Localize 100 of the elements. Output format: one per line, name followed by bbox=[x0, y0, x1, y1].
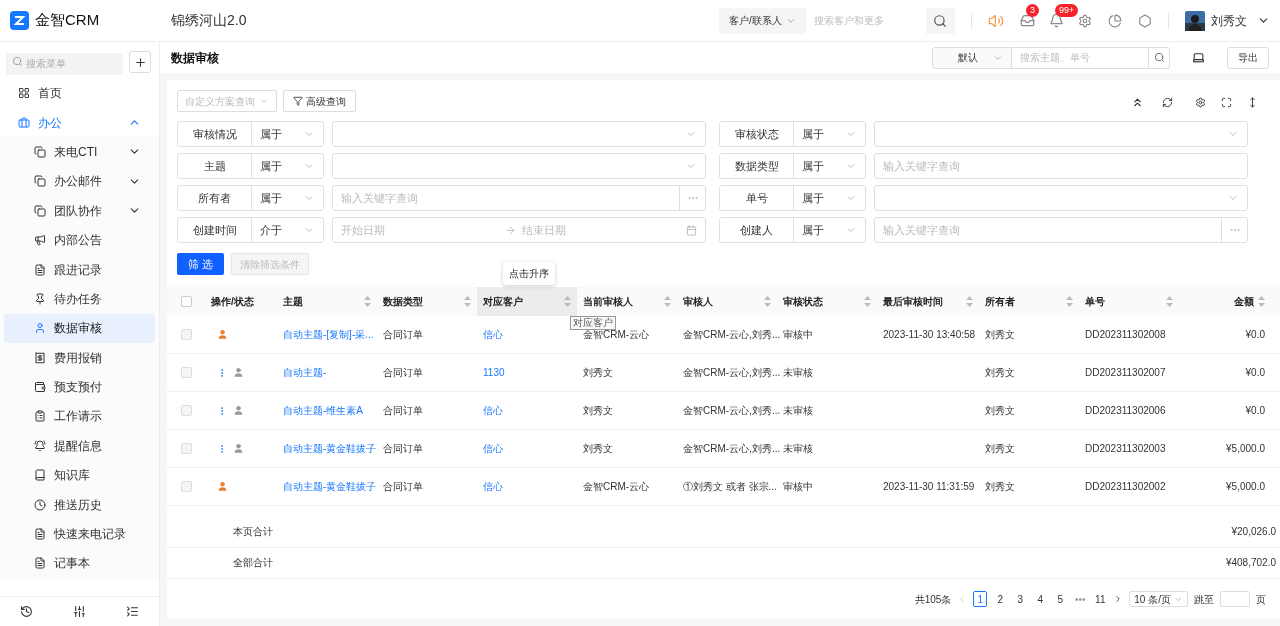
column-header[interactable]: 最后审核时间 bbox=[877, 287, 979, 316]
refresh-icon[interactable] bbox=[1162, 97, 1173, 108]
search-field[interactable]: 搜索客户和更多 bbox=[805, 7, 926, 34]
sort-icon[interactable] bbox=[464, 296, 471, 307]
column-header[interactable]: 数据类型 bbox=[377, 287, 477, 316]
subject-link[interactable]: 自动主题-黄金鞋拔子 bbox=[283, 443, 377, 454]
value-select[interactable] bbox=[874, 185, 1248, 211]
page-number[interactable]: 2 bbox=[993, 591, 1008, 608]
sidebar-item[interactable]: 快速来电记录 bbox=[4, 519, 155, 549]
column-header[interactable]: 对应客户 bbox=[477, 287, 577, 316]
column-header[interactable]: 单号 bbox=[1079, 287, 1179, 316]
keyword-field[interactable]: 输入关键字查询 bbox=[332, 185, 680, 211]
add-button[interactable] bbox=[129, 51, 151, 74]
sort-icon[interactable] bbox=[864, 296, 871, 307]
pie-chart-icon[interactable] bbox=[1108, 13, 1122, 28]
customer-link[interactable]: 信心 bbox=[483, 329, 503, 340]
customer-link[interactable]: 信心 bbox=[483, 405, 503, 416]
keyword-field[interactable]: 输入关键字查询 bbox=[874, 217, 1222, 243]
sidebar-item[interactable]: 首页 bbox=[4, 78, 155, 108]
subject-link[interactable]: 自动主题-[复制]-采... bbox=[283, 329, 374, 340]
sidebar-item[interactable]: 团队协作 bbox=[4, 196, 155, 226]
sliders-icon[interactable] bbox=[73, 605, 86, 618]
sidebar-item[interactable]: 提醒信息 bbox=[4, 431, 155, 461]
page-number[interactable]: 3 bbox=[1013, 591, 1028, 608]
row-checkbox[interactable] bbox=[180, 329, 192, 340]
sidebar-item[interactable]: 待办任务 bbox=[4, 284, 155, 314]
page-input[interactable] bbox=[1220, 591, 1250, 608]
operator-select[interactable]: 属于 bbox=[793, 185, 866, 211]
row-checkbox[interactable] bbox=[180, 443, 192, 454]
column-header[interactable]: 审核状态 bbox=[777, 287, 877, 316]
search-button[interactable] bbox=[1149, 46, 1170, 69]
more-button[interactable] bbox=[679, 185, 706, 211]
page-number[interactable]: 5 bbox=[1053, 591, 1068, 608]
sidebar-item[interactable]: 费用报销 bbox=[4, 343, 155, 373]
advanced-query-button[interactable]: 高级查询 bbox=[283, 90, 356, 112]
sort-icon[interactable] bbox=[764, 296, 771, 307]
sidebar-item[interactable]: 来电CTI bbox=[4, 137, 155, 167]
menu-search-field[interactable]: 搜索菜单 bbox=[6, 52, 123, 75]
column-header[interactable]: 审核人 bbox=[677, 287, 777, 316]
collapse-menu-icon[interactable] bbox=[126, 605, 139, 618]
export-button[interactable]: 导出 bbox=[1227, 46, 1269, 69]
sort-icon[interactable] bbox=[1066, 296, 1073, 307]
operator-select[interactable]: 属于 bbox=[251, 153, 324, 179]
row-checkbox[interactable] bbox=[180, 405, 192, 416]
sidebar-item[interactable]: 预支预付 bbox=[4, 372, 155, 402]
row-height-icon[interactable] bbox=[1247, 97, 1258, 108]
row-checkbox[interactable] bbox=[180, 481, 192, 492]
subject-link[interactable]: 自动主题- bbox=[283, 367, 327, 378]
sort-icon[interactable] bbox=[966, 296, 973, 307]
operator-select[interactable]: 属于 bbox=[793, 121, 866, 147]
sidebar-item[interactable]: 办公邮件 bbox=[4, 166, 155, 197]
page-size-select[interactable]: 10 条/页 bbox=[1129, 591, 1188, 608]
more-button[interactable] bbox=[1221, 217, 1248, 243]
operator-select[interactable]: 介于 bbox=[251, 217, 324, 243]
sort-icon[interactable] bbox=[664, 296, 671, 307]
inbox-icon[interactable] bbox=[1020, 13, 1035, 28]
bell-icon[interactable] bbox=[1049, 13, 1064, 28]
sidebar-item[interactable]: 工作请示 bbox=[4, 401, 155, 432]
sidebar-item[interactable]: 内部公告 bbox=[4, 225, 155, 255]
column-header[interactable]: 所有者 bbox=[979, 287, 1079, 316]
settings-icon[interactable] bbox=[1078, 13, 1092, 28]
operator-select[interactable]: 属于 bbox=[251, 121, 324, 147]
operator-select[interactable]: 属于 bbox=[793, 153, 866, 179]
value-select[interactable] bbox=[332, 121, 706, 147]
operator-select[interactable]: 属于 bbox=[793, 217, 866, 243]
laptop-icon[interactable] bbox=[1192, 51, 1205, 64]
filter-button[interactable]: 筛 选 bbox=[177, 253, 225, 275]
sort-icon[interactable] bbox=[1258, 296, 1265, 307]
search-icon[interactable] bbox=[933, 13, 948, 28]
fullscreen-icon[interactable] bbox=[1221, 97, 1232, 108]
settings-icon[interactable] bbox=[1195, 97, 1206, 108]
sidebar-item[interactable]: 数据审核 bbox=[4, 313, 155, 343]
collapse-icon[interactable] bbox=[1131, 96, 1144, 109]
sidebar-item[interactable]: 办公 bbox=[4, 107, 155, 138]
sort-icon[interactable] bbox=[364, 296, 371, 307]
column-header[interactable]: 操作/状态 bbox=[205, 287, 277, 316]
column-header[interactable]: 主题 bbox=[277, 287, 377, 316]
history-icon[interactable] bbox=[20, 605, 33, 618]
subject-link[interactable]: 自动主题-维生素A bbox=[283, 405, 363, 416]
sort-icon[interactable] bbox=[564, 296, 571, 307]
operator-select[interactable]: 属于 bbox=[251, 185, 324, 211]
view-select[interactable]: 默认 bbox=[932, 46, 1012, 69]
scope-select[interactable]: 客户/联系人 bbox=[719, 13, 806, 28]
hexagon-icon[interactable] bbox=[1138, 13, 1152, 28]
page-number[interactable]: 4 bbox=[1033, 591, 1048, 608]
select-all-checkbox[interactable] bbox=[180, 296, 192, 307]
sort-icon[interactable] bbox=[1166, 296, 1173, 307]
user-name[interactable]: 刘秀文 bbox=[1211, 11, 1247, 30]
sidebar-item[interactable]: 记事本 bbox=[4, 548, 155, 579]
customer-link[interactable]: 信心 bbox=[483, 481, 503, 492]
customer-link[interactable]: 1130 bbox=[483, 367, 505, 378]
speaker-icon[interactable] bbox=[988, 12, 1004, 29]
customer-link[interactable]: 信心 bbox=[483, 443, 503, 454]
sidebar-item[interactable]: 知识库 bbox=[4, 460, 155, 490]
row-checkbox[interactable] bbox=[180, 367, 192, 378]
column-header[interactable]: 金额 bbox=[1179, 287, 1271, 316]
page-number[interactable]: 11 bbox=[1093, 591, 1108, 608]
column-header[interactable]: 当前审核人 bbox=[577, 287, 677, 316]
subject-link[interactable]: 自动主题-黄金鞋拔子 bbox=[283, 481, 377, 492]
sidebar-item[interactable]: 推送历史 bbox=[4, 489, 155, 520]
